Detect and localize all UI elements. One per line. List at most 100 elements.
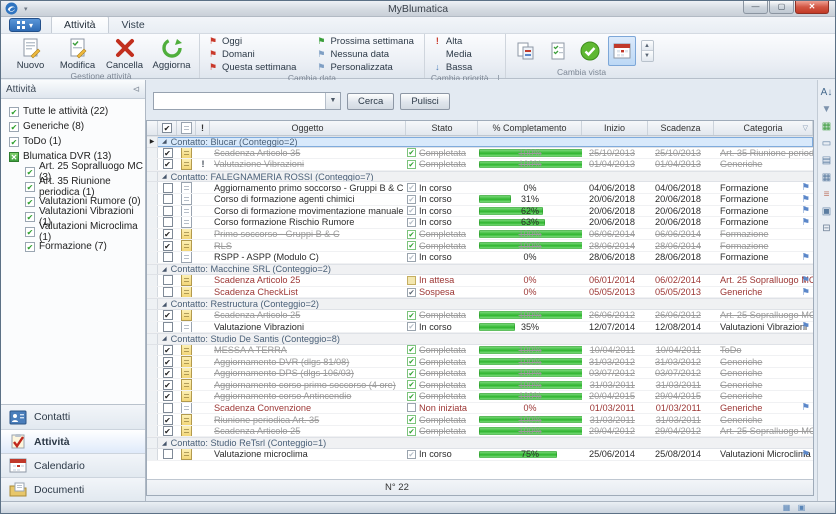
task-row[interactable]: ✔MESSA A TERRA✔Completata100%10/04/20111… [147,345,813,357]
sidebar-item-attività[interactable]: Attività [1,429,145,453]
group-row[interactable]: ◢Contatto: Studio ReTsrl (Conteggio=1) [147,437,813,449]
cancella-button[interactable]: Cancella [101,35,148,71]
view-checklist-button[interactable] [544,36,572,66]
row-checkbox[interactable] [163,194,173,204]
header-doc-column[interactable] [177,121,196,135]
task-row[interactable]: Scadenza ConvenzioneNon iniziata0%01/03/… [147,403,813,415]
row-checkbox[interactable] [163,322,173,332]
group-row[interactable]: ◢Contatto: FALEGNAMERIA ROSSI (Conteggio… [147,171,813,183]
header-completamento[interactable]: % Completamento [478,121,582,135]
row-checkbox[interactable]: ✔ [163,415,173,425]
header-stato[interactable]: Stato [406,121,478,135]
date-filter-button[interactable]: ⚑Oggi [204,35,302,47]
tree-item[interactable]: ✔Tutte le attività (22) [1,104,145,119]
task-row[interactable]: Scadenza CheckList✔Sospesa0%05/05/201305… [147,287,813,299]
task-row[interactable]: ✔Aggiornamento corso Antincendio✔Complet… [147,391,813,403]
task-row[interactable]: ✔Aggiornamento corso primo soccorso (4 o… [147,379,813,391]
row-checkbox[interactable]: ✔ [163,241,173,251]
group-row[interactable]: ◢Contatto: Macchine SRL (Conteggio=2) [147,264,813,276]
header-scadenza[interactable]: Scadenza [648,121,714,135]
task-row[interactable]: ✔Riunione periodica Art. 35✔Completata10… [147,414,813,426]
sort-az-icon[interactable]: A↓ [820,86,834,99]
task-row[interactable]: ✔RLS✔Completata100%28/06/201428/06/2014F… [147,240,813,252]
header-categoria[interactable]: Categoria ▽ [714,121,813,135]
header-oggetto[interactable]: Oggetto [210,121,406,135]
view-cards-button[interactable] [512,36,540,66]
task-row[interactable]: Aggiornamento primo soccorso - Gruppi B … [147,182,813,194]
group-by-icon[interactable]: ▦ [820,120,834,133]
modifica-button[interactable]: Modifica [54,35,101,71]
row-checkbox[interactable]: ✔ [163,229,173,239]
header-inizio[interactable]: Inizio [582,121,648,135]
row-checkbox[interactable]: ✔ [163,357,173,367]
row-checkbox[interactable]: ✔ [163,159,173,169]
task-row[interactable]: RSPP - ASPP (Modulo C)✔In corso0%28/06/2… [147,252,813,264]
row-checkbox[interactable] [163,217,173,227]
search-input[interactable] [154,93,325,109]
header-priority-column[interactable]: ! [196,121,210,135]
grid-view-toggle-icon[interactable]: ▦ [781,503,792,512]
row-checkbox[interactable] [163,287,173,297]
group-row[interactable]: ◢Contatto: Restructura (Conteggio=2) [147,298,813,310]
group-row[interactable]: ▶◢Contatto: Blucar (Conteggio=2) [147,136,813,148]
task-row[interactable]: ✔!Valutazione Vibrazioni✔Completata100%0… [147,159,813,171]
task-row[interactable]: ✔Aggiornamento DPS (dlgs 106/03)✔Complet… [147,368,813,380]
task-row[interactable]: ✔Scadenza Articolo 25✔Completata100%26/0… [147,310,813,322]
detail-view-icon[interactable]: ▤ [820,154,834,167]
row-checkbox[interactable]: ✔ [163,368,173,378]
aggiorna-button[interactable]: Aggiorna [148,35,195,71]
autohide-pin-icon[interactable]: ⊲ [132,84,140,95]
date-filter-button[interactable]: ⚑Prossima settimana [312,35,419,47]
priority-button[interactable]: !Alta [429,35,478,47]
priority-button[interactable]: Media [429,48,478,60]
task-row[interactable]: ✔Aggiornamento DVR (dlgs 81/08)✔Completa… [147,356,813,368]
row-checkbox[interactable]: ✔ [163,310,173,320]
new-card-icon[interactable]: ▦ [820,171,834,184]
tree-item[interactable]: ✔Valutazioni Microclima (1) [1,224,145,239]
task-row[interactable]: Valutazione Vibrazioni✔In corso35%12/07/… [147,322,813,334]
close-button[interactable]: ✕ [795,1,829,14]
gallery-down-button[interactable]: ▼ [642,51,653,61]
priority-button[interactable]: ↓Bassa [429,61,478,73]
tree-item[interactable]: ✔Art. 35 Riunione periodica (1) [1,179,145,194]
column-filter-icon[interactable]: ▽ [803,124,808,132]
row-checkbox[interactable] [163,275,173,285]
maximize-button[interactable]: ▢ [769,1,794,14]
task-row[interactable]: Corso formazione Rischio Rumore✔In corso… [147,217,813,229]
row-checkbox[interactable] [163,449,173,459]
row-checkbox[interactable] [163,403,173,413]
task-row[interactable]: Scadenza Articolo 25In attesa0%06/01/201… [147,275,813,287]
sidebar-item-calendario[interactable]: Calendario [1,453,145,477]
view-calendar-button[interactable] [608,36,636,66]
task-row[interactable]: ✔Scadenza Articolo 25✔Completata100%29/0… [147,426,813,438]
view-completed-button[interactable] [576,36,604,66]
filter-funnel-icon[interactable]: ▼ [820,103,834,116]
pulisci-button[interactable]: Pulisci [400,93,449,110]
card-view-icon[interactable]: ▭ [820,137,834,150]
row-checkbox[interactable] [163,183,173,193]
tab-attivita[interactable]: Attività [51,16,109,33]
header-checkbox-column[interactable]: ✔ [158,121,177,135]
application-menu-button[interactable]: ▾ [9,18,41,32]
task-row[interactable]: Valutazione microclima✔In corso75%25/06/… [147,449,813,461]
task-row[interactable]: Corso di formazione agenti chimici✔In co… [147,194,813,206]
task-row[interactable]: ✔Scadenza Articolo 35✔Completata100%25/1… [147,148,813,160]
combo-dropdown-icon[interactable]: ▼ [325,93,340,109]
task-row[interactable]: ✔Primo soccorso - Gruppi B & C✔Completat… [147,229,813,241]
row-checkbox[interactable] [163,206,173,216]
print-icon[interactable]: ⊟ [820,222,834,235]
gallery-up-button[interactable]: ▲ [642,41,653,51]
date-filter-button[interactable]: ⚑Domani [204,48,302,60]
cerca-button[interactable]: Cerca [347,93,394,110]
date-filter-button[interactable]: ⚑Personalizzata [312,61,419,73]
row-checkbox[interactable]: ✔ [163,426,173,436]
rows-icon[interactable]: ≡ [820,188,834,201]
export-icon[interactable]: ▣ [820,205,834,218]
row-checkbox[interactable]: ✔ [163,380,173,390]
date-filter-button[interactable]: ⚑Questa settimana [204,61,302,73]
tree-item[interactable]: ✔ToDo (1) [1,134,145,149]
minimize-button[interactable]: — [743,1,768,14]
tree-item[interactable]: ✔Generiche (8) [1,119,145,134]
row-checkbox[interactable] [163,252,173,262]
row-checkbox[interactable]: ✔ [163,345,173,355]
